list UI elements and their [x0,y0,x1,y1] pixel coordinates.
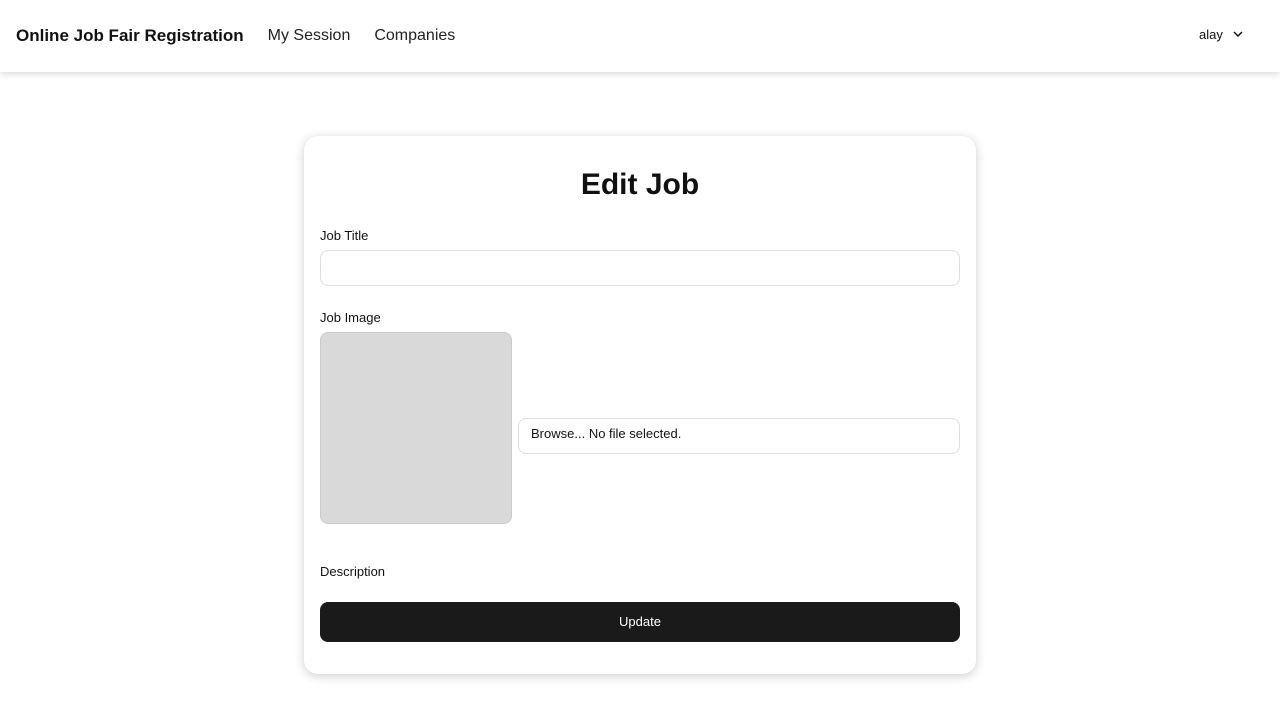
top-navbar: Online Job Fair Registration My Session … [0,0,1280,72]
user-name: alay [1199,27,1223,42]
description-label: Description [320,564,386,579]
job-image-file-input[interactable]: Browse... No file selected. [518,418,960,454]
user-menu[interactable]: alay [1199,27,1243,42]
brand-link[interactable]: Online Job Fair Registration [16,26,244,46]
edit-job-card: Edit Job Job Title Job Image Browse... N… [304,136,976,674]
job-title-input[interactable] [320,250,960,286]
chevron-down-icon [1233,31,1243,38]
update-button[interactable]: Update [320,602,960,642]
nav-companies[interactable]: Companies [374,27,455,45]
job-image-label: Job Image [320,310,381,325]
job-title-label: Job Title [320,228,369,243]
job-image-preview [320,332,512,524]
page-title: Edit Job [580,168,700,201]
file-status: No file selected. [588,426,682,441]
nav-my-session[interactable]: My Session [268,27,351,45]
browse-button[interactable]: Browse... [531,426,585,441]
